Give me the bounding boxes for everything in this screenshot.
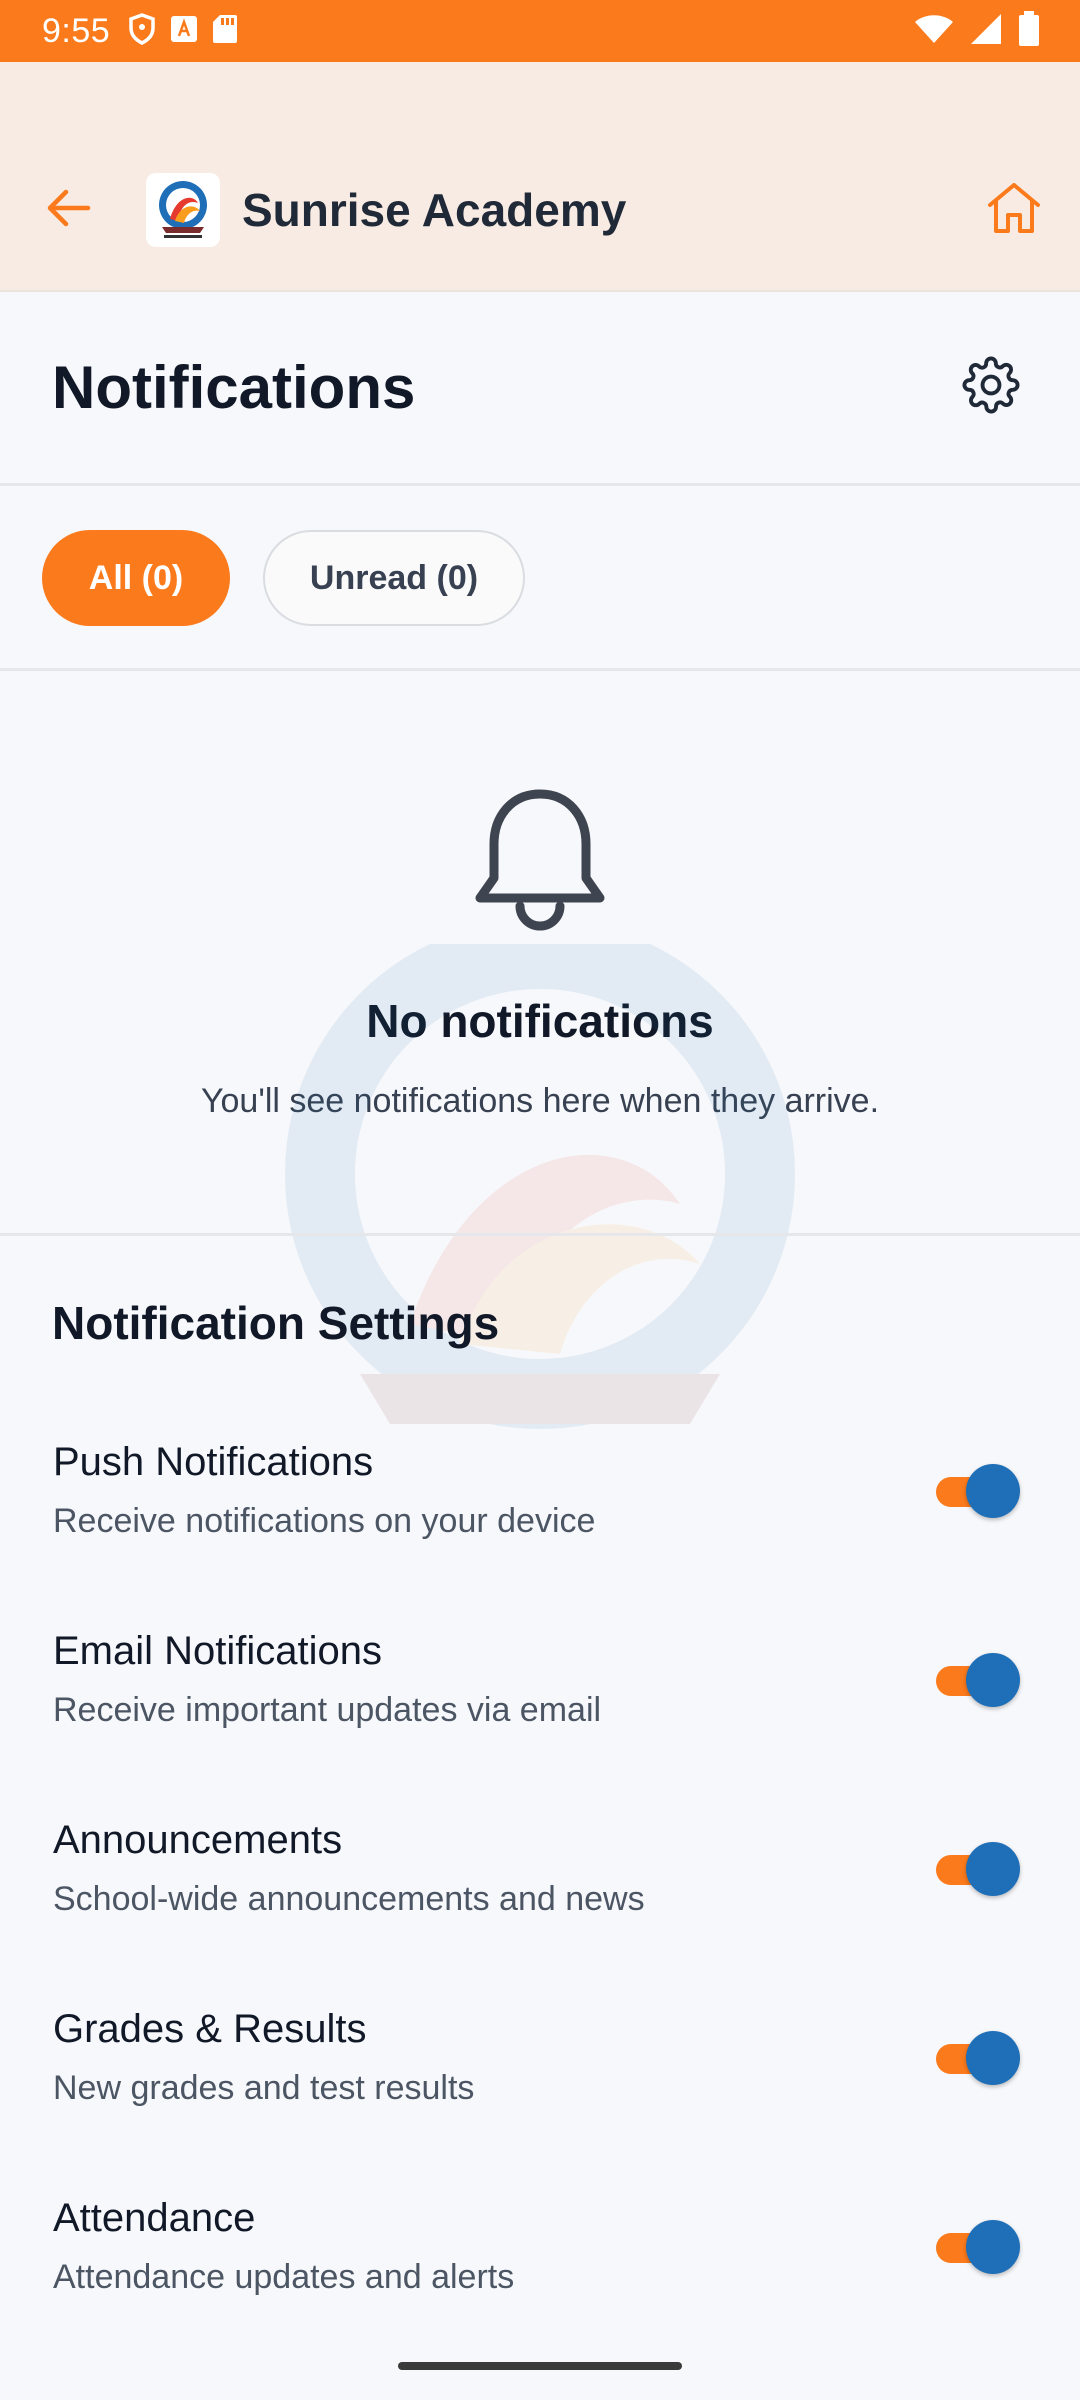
setting-description: Attendance updates and alerts — [53, 2258, 515, 2296]
setting-announcements: Announcements School-wide announcements … — [0, 1818, 1080, 1968]
setting-name: Announcements — [53, 1818, 343, 1862]
grades-results-toggle[interactable] — [936, 2031, 1020, 2085]
app-bar: Sunrise Academy — [0, 62, 1080, 292]
arrow-left-icon — [44, 188, 92, 233]
empty-state-subtitle: You'll see notifications here when they … — [200, 1082, 880, 1120]
setting-description: New grades and test results — [53, 2069, 475, 2107]
status-bar: 9:55 — [0, 0, 1080, 62]
gear-icon — [962, 356, 1020, 419]
a-badge-icon — [170, 15, 198, 48]
setting-description: Receive important updates via email — [53, 1691, 602, 1729]
setting-name: Attendance — [53, 2196, 256, 2240]
signal-icon — [970, 13, 1002, 50]
shield-icon — [128, 12, 156, 50]
home-button[interactable] — [982, 178, 1046, 242]
tab-all[interactable]: All (0) — [42, 530, 230, 626]
setting-description: Receive notifications on your device — [53, 1502, 596, 1540]
push-notifications-toggle[interactable] — [936, 1464, 1020, 1518]
empty-state-title: No notifications — [366, 995, 714, 1047]
section-divider — [0, 1233, 1080, 1236]
setting-name: Push Notifications — [53, 1440, 374, 1484]
setting-attendance: Attendance Attendance updates and alerts — [0, 2196, 1080, 2346]
setting-email-notifications: Email Notifications Receive important up… — [0, 1629, 1080, 1779]
announcements-toggle[interactable] — [936, 1842, 1020, 1896]
back-button[interactable] — [40, 182, 96, 238]
page-title: Notifications — [52, 354, 416, 421]
setting-name: Grades & Results — [53, 2007, 367, 2051]
empty-state: No notifications You'll see notification… — [0, 674, 1080, 1234]
sd-card-icon — [212, 14, 238, 49]
filter-tabs: All (0) Unread (0) — [0, 489, 1080, 671]
wifi-icon — [914, 14, 954, 49]
setting-name: Email Notifications — [53, 1629, 383, 1673]
home-indicator[interactable] — [398, 2362, 682, 2370]
setting-push-notifications: Push Notifications Receive notifications… — [0, 1440, 1080, 1590]
settings-button[interactable] — [960, 356, 1022, 418]
page-header: Notifications — [0, 294, 1080, 486]
app-title: Sunrise Academy — [242, 184, 627, 236]
tab-unread[interactable]: Unread (0) — [263, 530, 525, 626]
attendance-toggle[interactable] — [936, 2220, 1020, 2274]
email-notifications-toggle[interactable] — [936, 1653, 1020, 1707]
school-logo — [146, 173, 220, 247]
status-time: 9:55 — [42, 11, 111, 50]
bell-icon — [472, 786, 608, 934]
home-icon — [986, 181, 1042, 240]
setting-description: School-wide announcements and news — [53, 1880, 645, 1918]
battery-icon — [1018, 10, 1040, 52]
settings-section-title: Notification Settings — [52, 1297, 500, 1349]
setting-grades-results: Grades & Results New grades and test res… — [0, 2007, 1080, 2157]
